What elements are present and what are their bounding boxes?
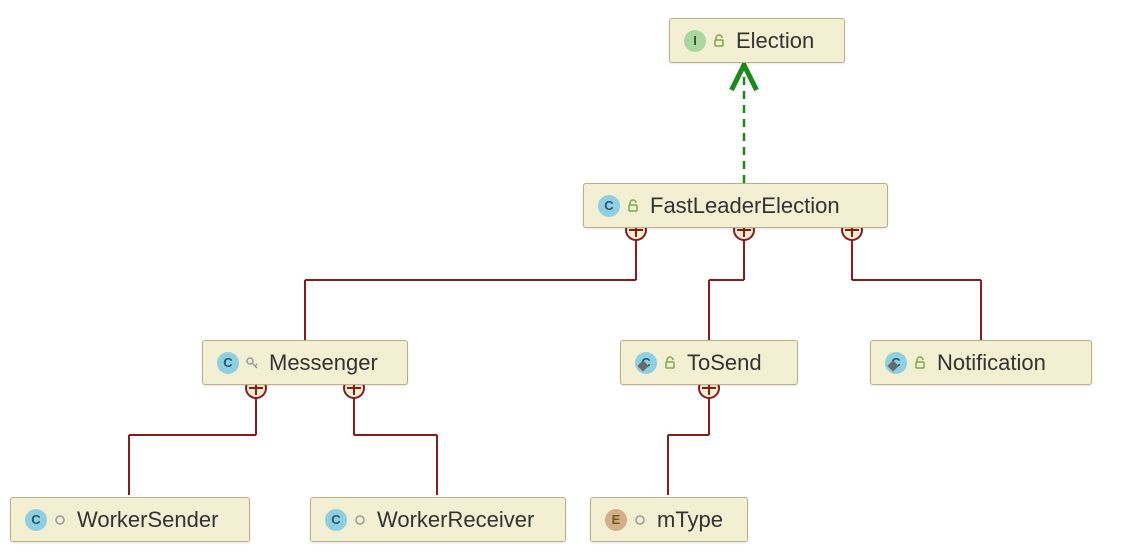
package-circle-icon xyxy=(53,513,67,527)
node-election[interactable]: I Election xyxy=(669,18,845,63)
class-icon: C xyxy=(598,195,620,217)
connectors-svg xyxy=(0,0,1136,560)
node-label: Election xyxy=(736,28,814,54)
node-label: WorkerReceiver xyxy=(377,507,534,533)
class-icon: C xyxy=(217,352,239,374)
node-label: WorkerSender xyxy=(77,507,218,533)
class-icon: C xyxy=(25,509,47,531)
package-circle-icon xyxy=(633,513,647,527)
node-workersender[interactable]: C WorkerSender xyxy=(10,497,250,542)
node-label: Messenger xyxy=(269,350,378,376)
public-lock-icon xyxy=(663,356,677,370)
node-label: FastLeaderElection xyxy=(650,193,840,219)
public-lock-icon xyxy=(712,34,726,48)
node-label: mType xyxy=(657,507,723,533)
protected-key-icon xyxy=(245,356,259,370)
public-lock-icon xyxy=(913,356,927,370)
node-fastleaderelection[interactable]: C FastLeaderElection xyxy=(583,183,888,228)
node-tosend[interactable]: C ToSend xyxy=(620,340,798,385)
node-label: Notification xyxy=(937,350,1046,376)
enum-icon: E xyxy=(605,509,627,531)
public-lock-icon xyxy=(626,199,640,213)
class-icon: C xyxy=(885,352,907,374)
class-icon: C xyxy=(635,352,657,374)
node-messenger[interactable]: C Messenger xyxy=(202,340,408,385)
node-notification[interactable]: C Notification xyxy=(870,340,1092,385)
interface-icon: I xyxy=(684,30,706,52)
static-marker-icon xyxy=(637,360,648,371)
node-mtype[interactable]: E mType xyxy=(590,497,748,542)
node-label: ToSend xyxy=(687,350,762,376)
class-icon: C xyxy=(325,509,347,531)
package-circle-icon xyxy=(353,513,367,527)
static-marker-icon xyxy=(887,360,898,371)
node-workerreceiver[interactable]: C WorkerReceiver xyxy=(310,497,566,542)
